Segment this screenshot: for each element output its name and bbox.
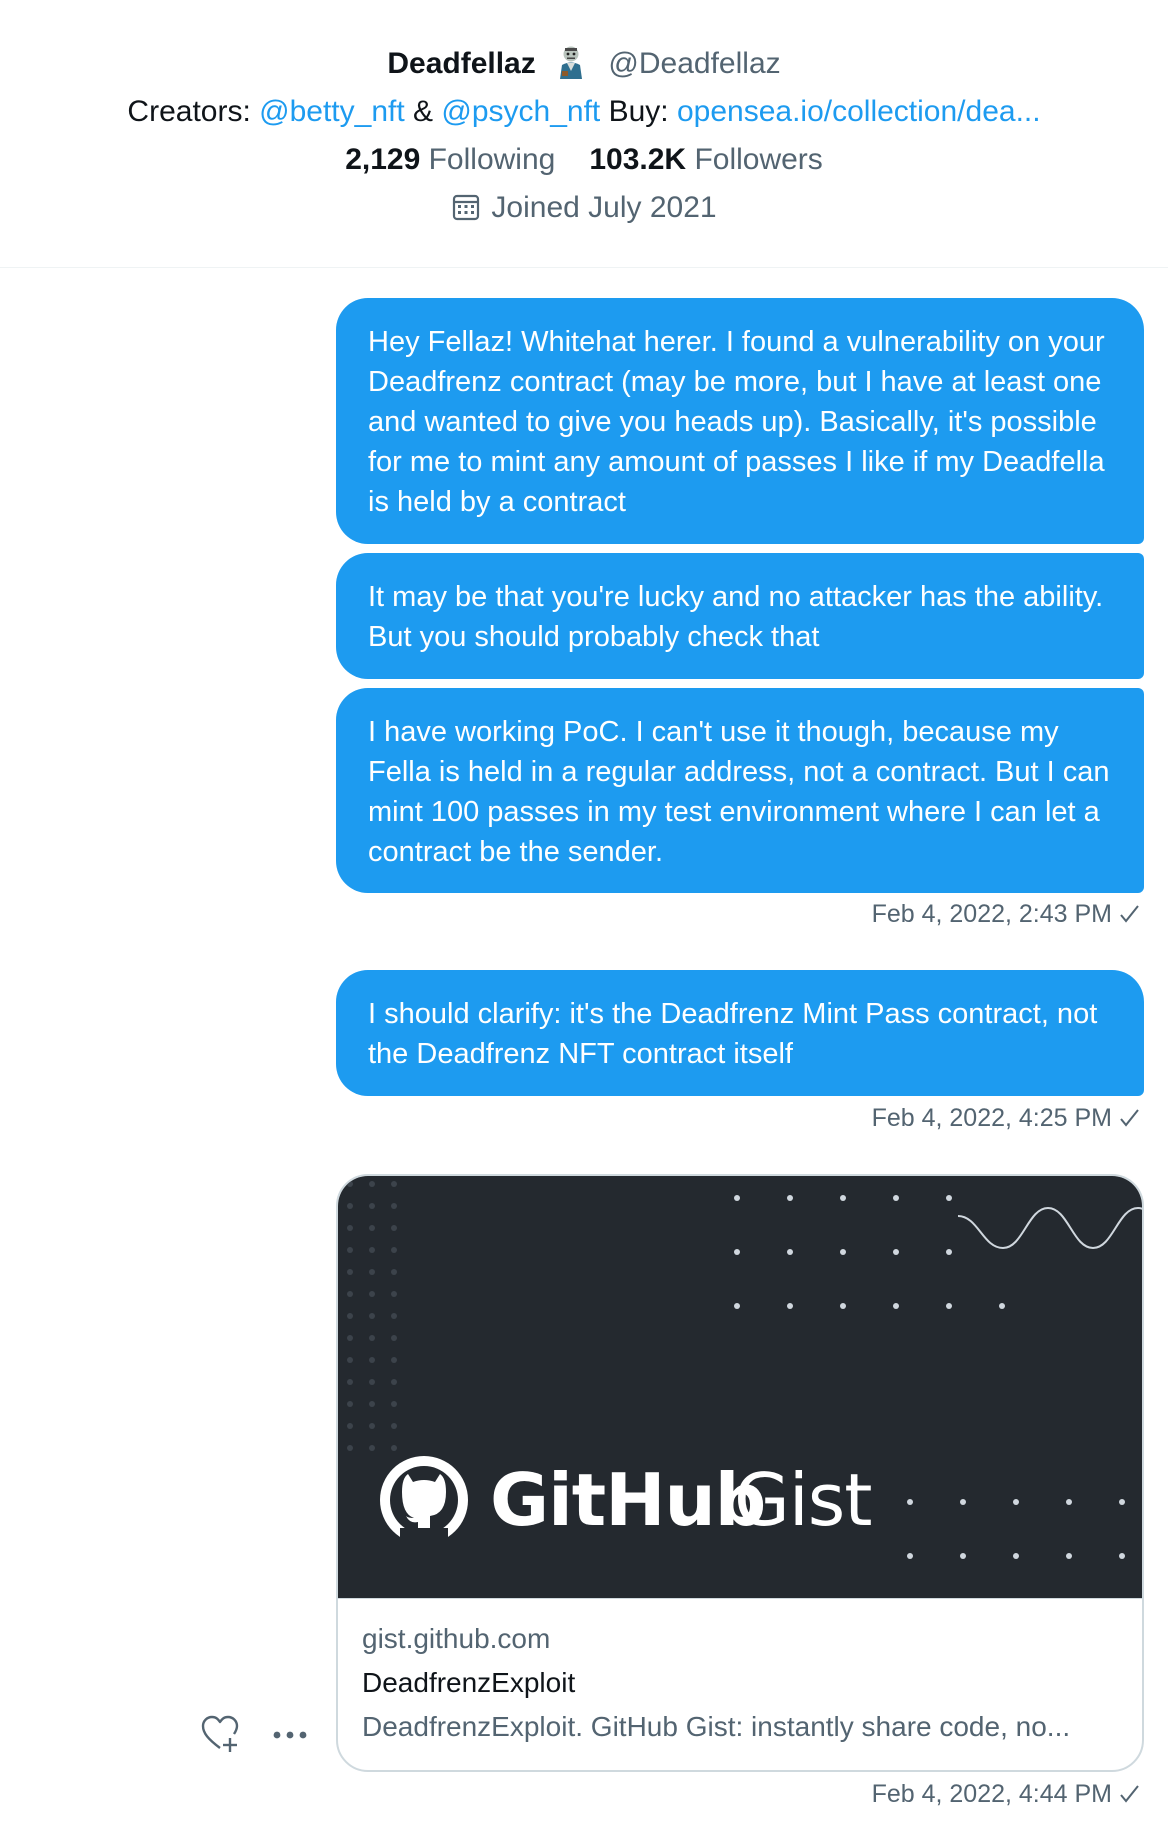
timestamp-text: Feb 4, 2022, 4:25 PM	[871, 1104, 1112, 1132]
message-bubble[interactable]: Hey Fellaz! Whitehat herer. I found a vu…	[336, 298, 1144, 544]
creator-link-psych[interactable]: @psych_nft	[441, 95, 600, 128]
link-preview-card[interactable]: GitHub Gist gist.github.com DeadfrenzExp…	[336, 1174, 1144, 1772]
followers-stat[interactable]: 103.2K Followers	[589, 143, 822, 176]
timestamp-text: Feb 4, 2022, 2:43 PM	[871, 900, 1112, 928]
link-preview-info: gist.github.com DeadfrenzExploit Deadfre…	[338, 1598, 1142, 1770]
link-description: DeadfrenzExploit. GitHub Gist: instantly…	[362, 1711, 1071, 1742]
profile-joined: Joined July 2021	[0, 188, 1168, 228]
sent-check-icon	[1118, 1105, 1140, 1127]
gist-banner-github-text: GitHub	[490, 1458, 766, 1542]
following-stat[interactable]: 2,129 Following	[345, 143, 555, 176]
display-name[interactable]: Deadfellaz	[387, 47, 535, 80]
sent-check-icon	[1118, 901, 1140, 923]
profile-stats: 2,129 Following 103.2K Followers	[0, 140, 1168, 180]
profile-bio: Creators: @betty_nft & @psych_nft Buy: o…	[0, 92, 1168, 132]
message-bubble[interactable]: I have working PoC. I can't use it thoug…	[336, 688, 1144, 893]
heart-plus-icon[interactable]	[200, 1714, 240, 1754]
profile-handle: @Deadfellaz	[608, 47, 781, 80]
github-logo-icon	[380, 1456, 468, 1548]
followers-count: 103.2K	[589, 143, 687, 176]
message-timestamp: Feb 4, 2022, 2:43 PM	[872, 898, 1140, 930]
bio-creators-label: Creators:	[127, 95, 251, 128]
creator-link-betty[interactable]: @betty_nft	[259, 95, 405, 128]
more-icon[interactable]	[270, 1720, 310, 1750]
opensea-link[interactable]: opensea.io/collection/dea...	[677, 95, 1041, 128]
profile-name-row: Deadfellaz @Deadfellaz	[0, 44, 1168, 84]
zombie-emoji-icon	[556, 45, 586, 79]
message-bubble[interactable]: It may be that you're lucky and no attac…	[336, 553, 1144, 679]
message-timestamp: Feb 4, 2022, 4:25 PM	[872, 1102, 1140, 1134]
following-count: 2,129	[345, 143, 421, 176]
profile-header: Deadfellaz @Deadfellaz Creators: @betty_…	[0, 0, 1168, 268]
link-preview-image: GitHub Gist	[338, 1176, 1142, 1598]
timestamp-text: Feb 4, 2022, 4:44 PM	[871, 1780, 1112, 1808]
bio-buy-label: Buy:	[608, 95, 669, 128]
message-timestamp: Feb 4, 2022, 4:44 PM	[872, 1778, 1140, 1810]
joined-date: Joined July 2021	[491, 191, 717, 224]
calendar-icon	[451, 192, 481, 222]
message-bubble[interactable]: I should clarify: it's the Deadfrenz Min…	[336, 970, 1144, 1096]
sent-check-icon	[1118, 1781, 1140, 1803]
following-label: Following	[428, 143, 556, 176]
followers-label: Followers	[694, 143, 823, 176]
link-title: DeadfrenzExploit	[362, 1667, 576, 1698]
link-domain: gist.github.com	[362, 1623, 551, 1654]
gist-banner-gist-text: Gist	[734, 1458, 873, 1542]
bio-ampersand: &	[413, 95, 434, 128]
